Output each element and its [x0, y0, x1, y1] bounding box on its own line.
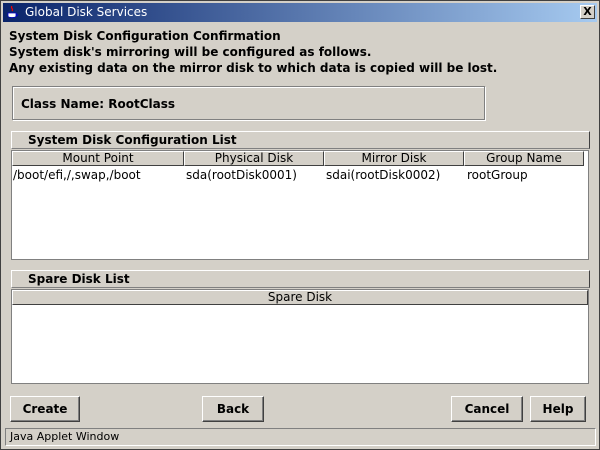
- spare-disk-table[interactable]: Spare Disk: [11, 289, 589, 384]
- system-disk-table[interactable]: Mount Point Physical Disk Mirror Disk Gr…: [11, 150, 589, 260]
- column-mount-point[interactable]: Mount Point: [12, 151, 184, 166]
- data-loss-warning: Any existing data on the mirror disk to …: [9, 61, 498, 75]
- class-name-label: Class Name: RootClass: [21, 97, 176, 111]
- spare-disk-list-header: Spare Disk List: [11, 270, 590, 288]
- confirmation-description: System disk's mirroring will be configur…: [9, 45, 372, 59]
- back-button[interactable]: Back: [202, 396, 264, 422]
- class-name-box: Class Name: RootClass: [12, 86, 485, 120]
- dialog-window: Global Disk Services X System Disk Confi…: [0, 0, 600, 450]
- close-icon: X: [583, 5, 592, 18]
- java-cup-icon: [7, 6, 18, 18]
- column-group-name[interactable]: Group Name: [464, 151, 584, 166]
- system-disk-list-header: System Disk Configuration List: [11, 131, 590, 149]
- column-mirror-disk[interactable]: Mirror Disk: [324, 151, 464, 166]
- group-name-cell: rootGroup: [467, 168, 528, 182]
- confirmation-title: System Disk Configuration Confirmation: [9, 29, 281, 43]
- physical-disk-cell: sda(rootDisk0001): [186, 168, 297, 182]
- status-bar: Java Applet Window: [5, 428, 596, 446]
- mirror-disk-cell: sdai(rootDisk0002): [326, 168, 441, 182]
- title-bar[interactable]: Global Disk Services X: [3, 3, 597, 22]
- create-button[interactable]: Create: [10, 396, 80, 422]
- cancel-button[interactable]: Cancel: [451, 396, 523, 422]
- close-button[interactable]: X: [580, 5, 595, 19]
- column-physical-disk[interactable]: Physical Disk: [184, 151, 324, 166]
- column-spare-disk[interactable]: Spare Disk: [12, 290, 588, 305]
- window-title: Global Disk Services: [25, 5, 148, 19]
- mount-point-cell: /boot/efi,/,swap,/boot: [13, 168, 141, 182]
- help-button[interactable]: Help: [530, 396, 586, 422]
